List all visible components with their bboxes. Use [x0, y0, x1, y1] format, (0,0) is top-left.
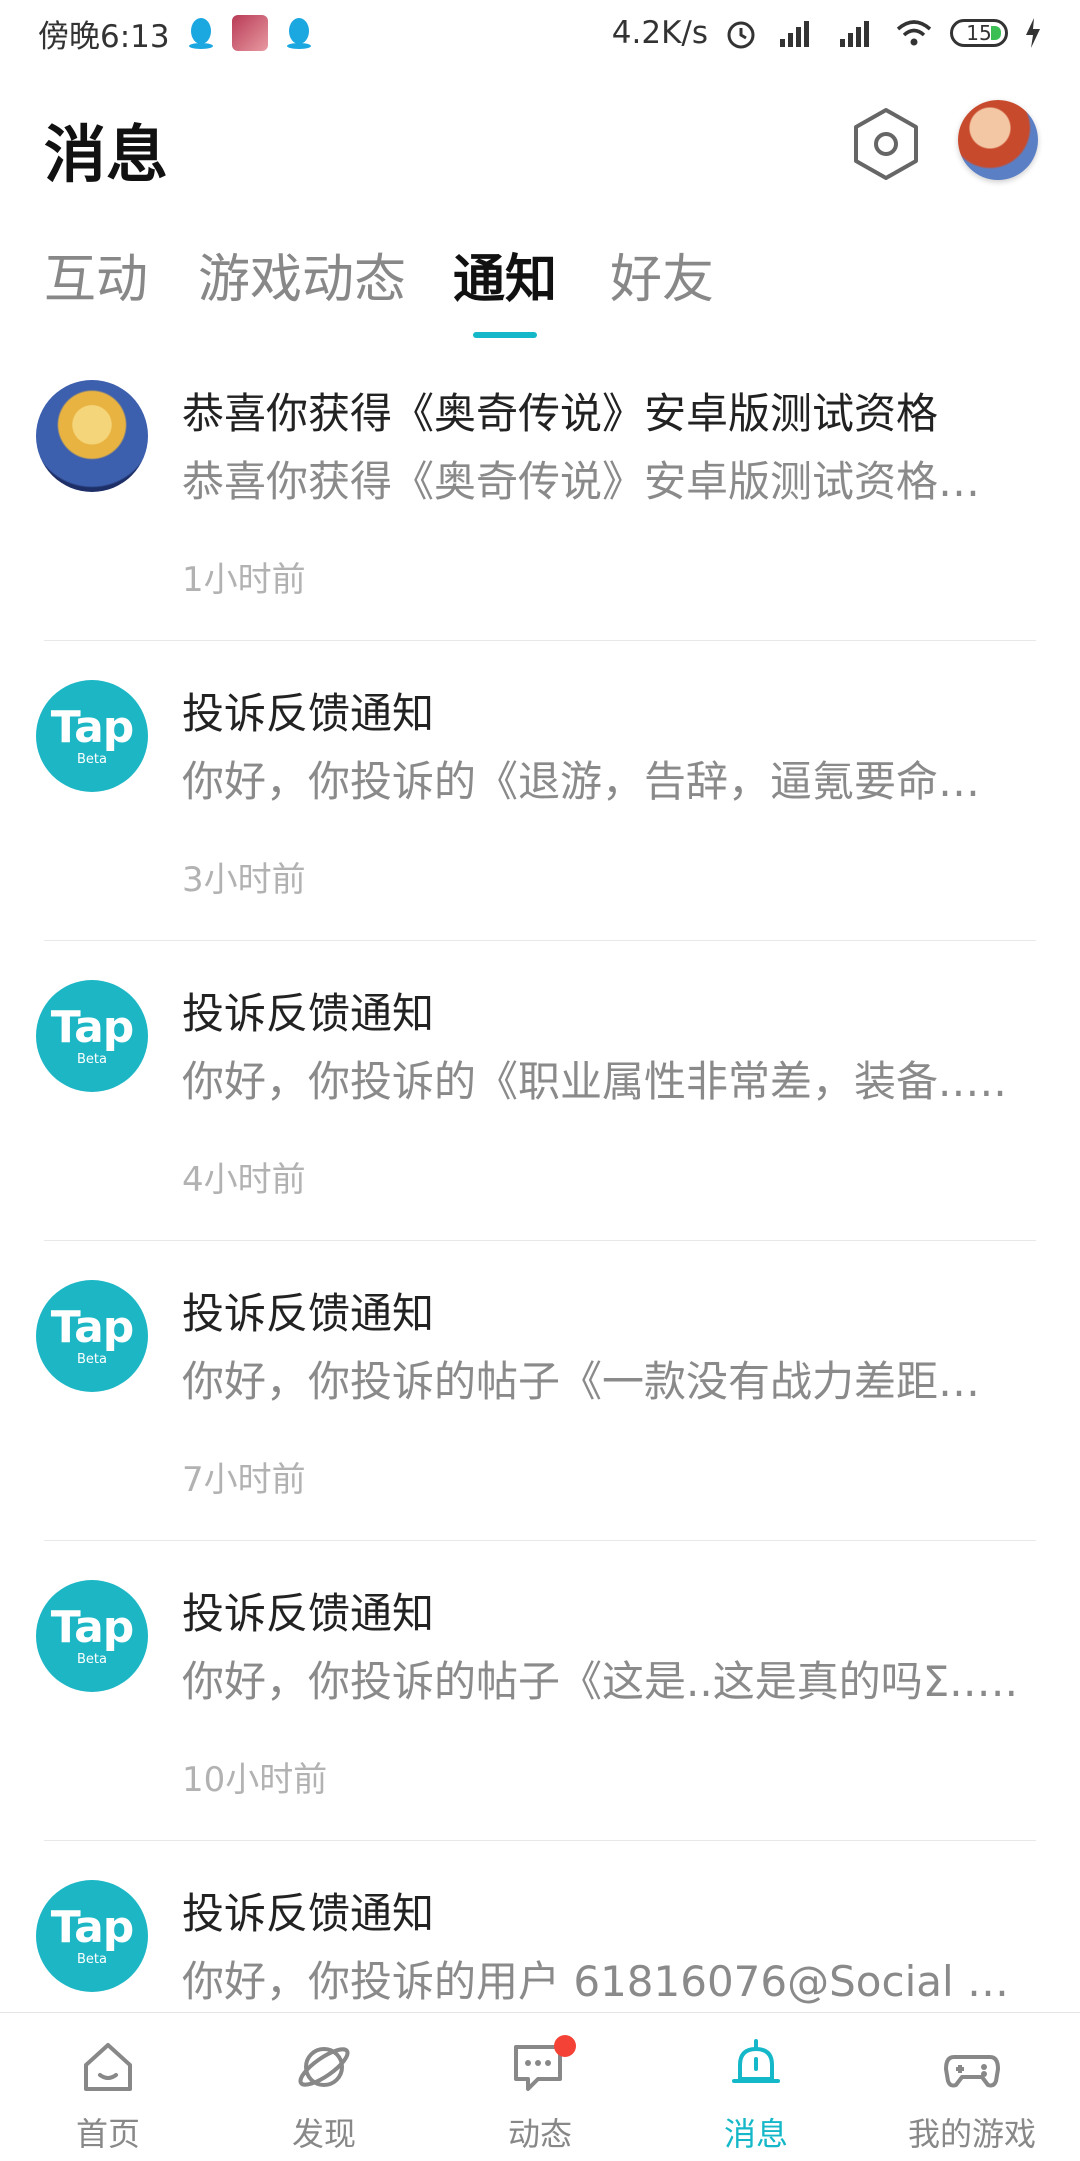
- tab-notifications[interactable]: 通知: [453, 240, 557, 320]
- nav-label: 我的游戏: [907, 2115, 1036, 2153]
- gamepad-icon: [944, 2055, 1000, 2088]
- tap-logo-avatar: Tap Beta: [36, 680, 148, 792]
- tap-logo-sub: Beta: [77, 751, 107, 767]
- notification-time: 3小时前: [182, 860, 306, 900]
- notification-body: 恭喜你获得《奥奇传说》安卓版测试资格…: [182, 457, 981, 506]
- planet-icon: [298, 2047, 350, 2087]
- notification-time: 4小时前: [182, 1160, 306, 1200]
- network-speed: 4.2K/s: [611, 15, 708, 51]
- bottom-nav: 首页 发现 动态 消息 我的游戏: [0, 2012, 1080, 2161]
- notification-title: 投诉反馈通知: [182, 989, 435, 1038]
- tap-logo-text: Tap: [50, 1301, 135, 1353]
- notification-body: 你好，你投诉的《退游，告辞，逼氪要命…: [182, 757, 981, 806]
- home-icon: [84, 2043, 132, 2091]
- status-right: 4.2K/s 15: [612, 15, 1042, 51]
- header: 消息: [0, 84, 1080, 204]
- tap-logo-sub: Beta: [77, 1951, 107, 1967]
- list-item[interactable]: 恭喜你获得《奥奇传说》安卓版测试资格 恭喜你获得《奥奇传说》安卓版测试资格… 1…: [0, 340, 1080, 640]
- tab-friends[interactable]: 好友: [610, 240, 714, 320]
- notification-title: 恭喜你获得《奥奇传说》安卓版测试资格: [182, 389, 939, 438]
- tap-logo-avatar: Tap Beta: [36, 1880, 148, 1992]
- game-avatar: [36, 380, 148, 492]
- tap-logo-avatar: Tap Beta: [36, 1280, 148, 1392]
- list-item[interactable]: Tap Beta 投诉反馈通知 你好，你投诉的帖子《这是..这是真的吗Σ.…. …: [0, 1540, 1080, 1840]
- tap-logo-avatar: Tap Beta: [36, 1580, 148, 1692]
- notification-time: 7小时前: [182, 1460, 306, 1500]
- notification-body: 你好，你投诉的用户 61816076@Social 相…: [182, 1957, 1022, 2006]
- signal-icon: [840, 21, 869, 47]
- tab-game-news[interactable]: 游戏动态: [198, 240, 406, 320]
- qq-icon: [188, 18, 213, 49]
- settings-hexagon-icon[interactable]: [850, 106, 922, 182]
- signal-icon: [780, 21, 809, 47]
- wifi-icon: [896, 20, 932, 46]
- tab-interaction[interactable]: 互动: [44, 240, 148, 320]
- notification-title: 投诉反馈通知: [182, 1289, 435, 1338]
- tap-logo-sub: Beta: [77, 1351, 107, 1367]
- notification-time: 1小时前: [182, 560, 306, 600]
- notification-title: 投诉反馈通知: [182, 689, 435, 738]
- nav-label: 动态: [507, 2115, 572, 2153]
- nav-my-games[interactable]: 我的游戏: [864, 2013, 1080, 2161]
- tap-logo-text: Tap: [50, 1001, 135, 1053]
- list-item[interactable]: Tap Beta 投诉反馈通知 你好，你投诉的帖子《一款没有战力差距… 7小时前: [0, 1240, 1080, 1540]
- nav-label: 首页: [75, 2115, 140, 2153]
- tap-logo-avatar: Tap Beta: [36, 980, 148, 1092]
- nav-label: 消息: [723, 2115, 788, 2153]
- nav-messages[interactable]: 消息: [648, 2013, 864, 2161]
- status-bar: 傍晚6:13 4.2K/s 15: [0, 0, 1080, 66]
- notification-title: 投诉反馈通知: [182, 1889, 435, 1938]
- tap-logo-sub: Beta: [77, 1051, 107, 1067]
- notification-body: 你好，你投诉的帖子《这是..这是真的吗Σ.….: [182, 1657, 1018, 1706]
- active-tab-indicator: [473, 332, 537, 338]
- page-title: 消息: [44, 118, 169, 191]
- notification-title: 投诉反馈通知: [182, 1589, 435, 1638]
- tap-logo-text: Tap: [50, 1601, 135, 1653]
- tap-logo-text: Tap: [50, 701, 135, 753]
- notification-body: 你好，你投诉的《职业属性非常差，装备.….: [182, 1057, 1007, 1106]
- app-notification-icon: [231, 15, 268, 51]
- qq-icon: [286, 18, 311, 49]
- notification-time: 10小时前: [182, 1760, 328, 1800]
- nav-discover[interactable]: 发现: [216, 2013, 432, 2161]
- charging-icon: [1026, 18, 1040, 48]
- nav-feed[interactable]: 动态: [432, 2013, 648, 2161]
- alarm-icon: [727, 21, 755, 49]
- battery-level: 15: [966, 21, 992, 45]
- nav-label: 发现: [291, 2115, 356, 2153]
- bell-icon: [732, 2039, 780, 2083]
- battery-icon: 15: [950, 19, 1008, 47]
- unread-badge: [554, 2035, 576, 2057]
- status-left: 傍晚6:13: [38, 11, 314, 56]
- user-avatar[interactable]: [958, 100, 1038, 180]
- status-time: 傍晚6:13: [38, 18, 170, 55]
- nav-home[interactable]: 首页: [0, 2013, 216, 2161]
- tap-logo-text: Tap: [50, 1901, 135, 1953]
- tab-bar: 互动 游戏动态 通知 好友: [0, 240, 1080, 340]
- notification-body: 你好，你投诉的帖子《一款没有战力差距…: [182, 1357, 981, 1406]
- list-item[interactable]: Tap Beta 投诉反馈通知 你好，你投诉的《退游，告辞，逼氪要命… 3小时前: [0, 640, 1080, 940]
- list-item[interactable]: Tap Beta 投诉反馈通知 你好，你投诉的《职业属性非常差，装备.…. 4小…: [0, 940, 1080, 1240]
- tap-logo-sub: Beta: [77, 1651, 107, 1667]
